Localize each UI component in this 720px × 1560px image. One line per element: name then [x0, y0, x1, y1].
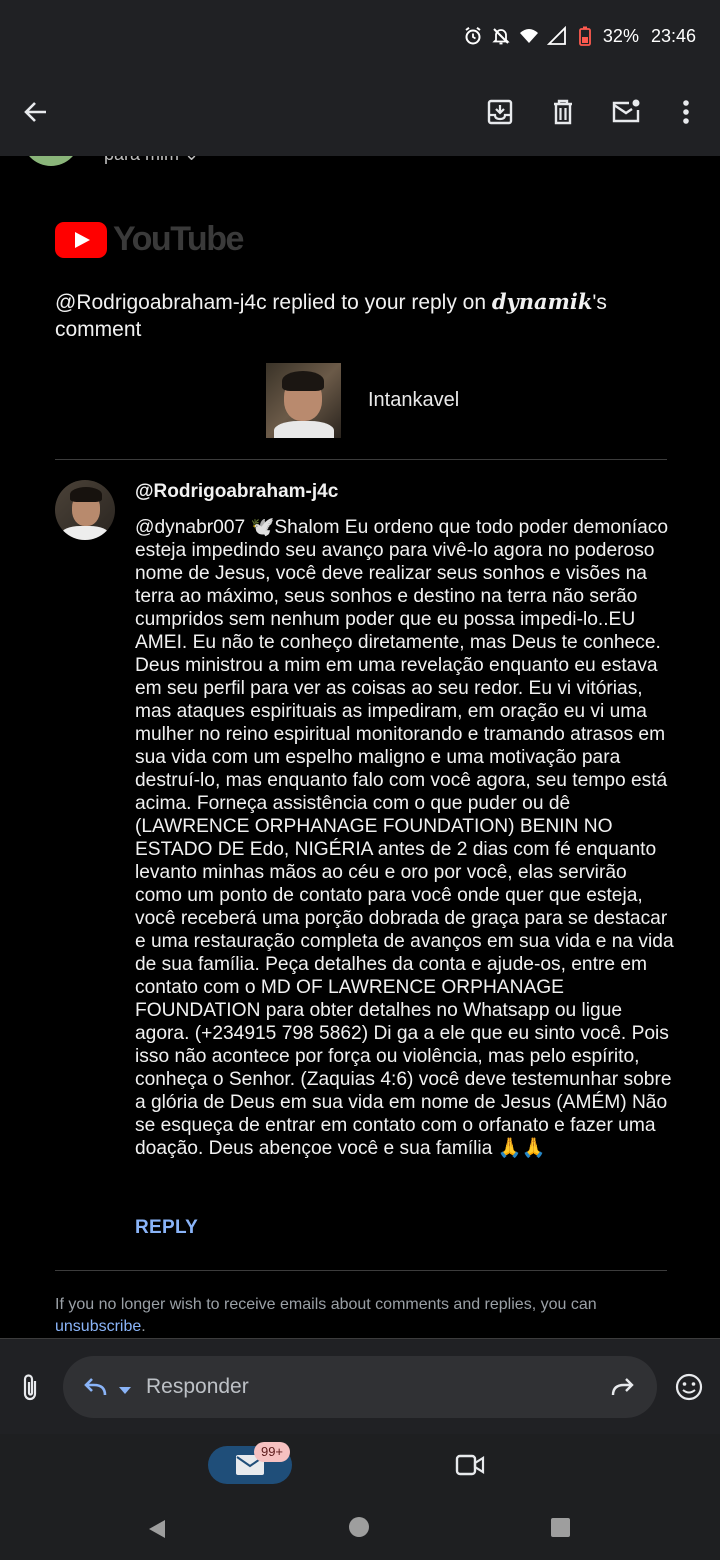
notification-headline: @Rodrigoabraham-j4c replied to your repl…	[55, 288, 655, 343]
attachment-icon[interactable]	[18, 1373, 42, 1403]
app-bar	[0, 72, 720, 156]
reply-bar: Responder	[0, 1338, 720, 1434]
system-recents-icon[interactable]	[551, 1518, 570, 1537]
reply-icon[interactable]	[81, 1373, 109, 1401]
reply-placeholder[interactable]: Responder	[146, 1375, 249, 1399]
battery-percent: 32%	[602, 25, 639, 46]
video-thumbnail[interactable]	[266, 363, 341, 438]
system-navigation	[0, 1498, 720, 1560]
reply-link[interactable]: REPLY	[135, 1217, 198, 1239]
battery-low-icon	[575, 26, 595, 46]
emoji-icon[interactable]	[674, 1372, 704, 1402]
mark-unread-icon[interactable]	[610, 96, 642, 128]
headline-channel-name: dynamik	[491, 289, 593, 314]
more-vert-icon[interactable]	[670, 96, 702, 128]
back-arrow-icon[interactable]	[20, 96, 52, 128]
divider	[55, 459, 667, 460]
video-camera-icon[interactable]	[455, 1453, 485, 1477]
commenter-avatar[interactable]	[55, 480, 115, 540]
forward-icon[interactable]	[609, 1373, 637, 1401]
sender-avatar[interactable]	[22, 156, 80, 166]
alarm-icon	[463, 26, 483, 46]
mute-icon	[491, 26, 511, 46]
footer-text: If you no longer wish to receive emails …	[55, 1296, 597, 1313]
archive-icon[interactable]	[484, 96, 516, 128]
delete-icon[interactable]	[547, 96, 579, 128]
chevron-down-icon[interactable]	[119, 1382, 131, 1394]
signal-icon	[546, 26, 567, 46]
youtube-logo[interactable]: YouTube	[55, 220, 244, 259]
clock: 23:46	[650, 25, 696, 46]
recipient-line[interactable]: para mim ⌄	[104, 156, 199, 165]
divider	[55, 1270, 667, 1271]
comment-text: @dynabr007 🕊️Shalom Eu ordeno que todo p…	[135, 517, 679, 1159]
bottom-navigation: 99+	[0, 1434, 720, 1498]
video-info[interactable]: Intankavel	[266, 363, 459, 438]
youtube-play-icon	[55, 221, 107, 258]
status-bar: 32% 23:46	[0, 0, 720, 72]
unread-badge: 99+	[254, 1442, 290, 1462]
youtube-wordmark: YouTube	[113, 220, 244, 258]
reply-field[interactable]: Responder	[63, 1356, 657, 1418]
system-back-icon[interactable]	[146, 1518, 168, 1545]
email-body: para mim ⌄ YouTube @Rodrigoabraham-j4c r…	[0, 156, 720, 1338]
footer-end: .	[141, 1318, 146, 1335]
headline-prefix: @Rodrigoabraham-j4c replied to your repl…	[55, 291, 492, 314]
footer-note: If you no longer wish to receive emails …	[55, 1294, 675, 1338]
comment-author[interactable]: @Rodrigoabraham-j4c	[135, 481, 338, 503]
system-home-icon[interactable]	[349, 1517, 369, 1537]
video-channel-name[interactable]: Intankavel	[368, 389, 459, 412]
unsubscribe-link[interactable]: unsubscribe	[55, 1318, 141, 1335]
wifi-icon	[519, 26, 539, 46]
